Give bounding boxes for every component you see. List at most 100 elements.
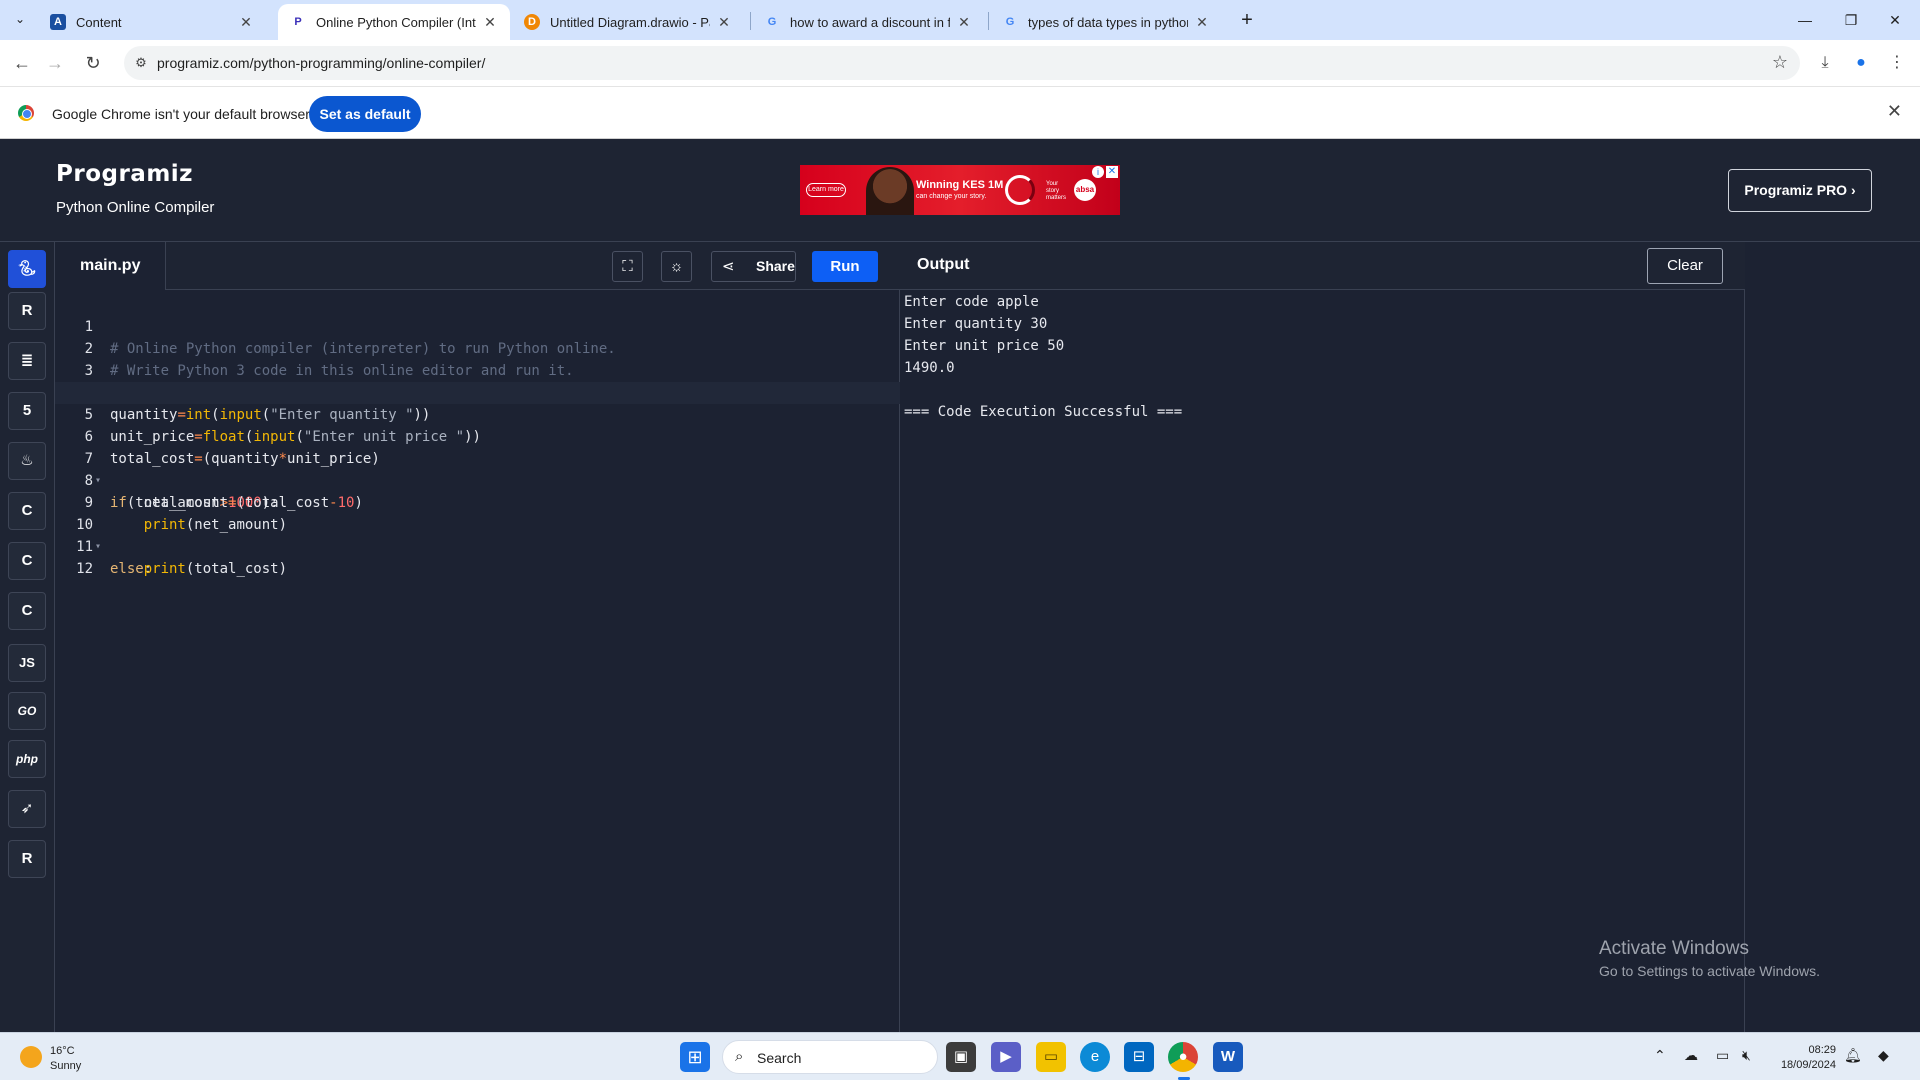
google-favicon-icon: G	[1005, 16, 1015, 28]
output-line: Enter unit price 50	[904, 338, 1065, 354]
profile-icon[interactable]: ●	[1846, 48, 1876, 78]
chrome-taskbar-icon[interactable]: ●	[1168, 1042, 1198, 1072]
drawio-favicon-icon: D	[524, 14, 540, 30]
code-line[interactable]: 12	[55, 536, 900, 577]
ad-ring-graphic	[1005, 175, 1035, 205]
weather-condition: Sunny	[50, 1060, 82, 1072]
ad-close-icon[interactable]: ✕	[1106, 166, 1118, 178]
code-line[interactable]: 11 print(total_cost)	[55, 514, 900, 577]
advertisement-banner[interactable]: Learn more Winning KES 1M can change you…	[800, 165, 1120, 215]
right-gutter	[1745, 242, 1920, 1032]
infobar-message: Google Chrome isn't your default browser	[52, 106, 310, 122]
r-lang-icon[interactable]: R	[8, 292, 46, 330]
code-area[interactable]: 1 # Online Python compiler (interpreter)…	[55, 290, 900, 1032]
forward-icon[interactable]: →	[40, 48, 70, 78]
share-button[interactable]: ⋖ Share	[711, 251, 796, 282]
windows-start-icon[interactable]: ⊞	[680, 1042, 710, 1072]
taskbar-search-box[interactable]: ⌕ Search	[722, 1040, 938, 1074]
programiz-pro-button[interactable]: Programiz PRO ›	[1728, 169, 1872, 212]
code-line[interactable]: 7 ▾ if(total_cost>1000):	[55, 426, 900, 511]
windows-taskbar: 16°C Sunny ⊞ ⌕ Search ▣ ▶ ▭ e ⊟ ● W ⌃ ☁ …	[0, 1032, 1920, 1080]
php-lang-icon[interactable]: php	[8, 740, 46, 778]
notification-bell-icon[interactable]: 🔔︎	[1844, 1047, 1862, 1064]
close-tab-icon[interactable]: ✕	[238, 14, 254, 31]
url-text: programiz.com/python-programming/online-…	[157, 55, 486, 71]
close-tab-icon[interactable]: ✕	[716, 14, 732, 31]
programiz-logo[interactable]: Programiz	[56, 161, 193, 187]
ad-brand-logo: absa	[1074, 179, 1096, 201]
minimize-icon[interactable]: —	[1782, 0, 1828, 40]
clear-button[interactable]: Clear	[1647, 248, 1723, 284]
close-window-icon[interactable]: ✕	[1872, 0, 1918, 40]
code-line-current[interactable]: 5 unit_price=float(input("Enter unit pri…	[55, 382, 900, 445]
edge-icon[interactable]: e	[1080, 1042, 1110, 1072]
tab-title: types of data types in python -	[1028, 14, 1188, 30]
teams-icon[interactable]: ▶	[991, 1042, 1021, 1072]
code-line[interactable]: 10 ▾ else:	[55, 492, 900, 577]
sun-icon[interactable]	[20, 1046, 42, 1068]
go-lang-icon[interactable]: GO	[8, 692, 46, 730]
rust-lang-icon[interactable]: R	[8, 840, 46, 878]
back-icon[interactable]: ←	[7, 48, 37, 78]
html-lang-icon[interactable]: 5	[8, 392, 46, 430]
ad-person-image	[866, 167, 914, 215]
language-sidebar: 🐍︎ R ≣ 5 ♨ C C C JS GO php ➶ R	[0, 242, 55, 1032]
code-line[interactable]: 1 # Online Python compiler (interpreter)…	[55, 294, 900, 357]
set-as-default-button[interactable]: Set as default	[309, 96, 421, 132]
clock-time: 08:29	[1808, 1044, 1836, 1056]
site-info-icon[interactable]: ⚙	[132, 54, 150, 72]
file-explorer-icon[interactable]: ▭	[1036, 1042, 1066, 1072]
network-icon[interactable]: ▭	[1716, 1047, 1729, 1064]
weather-widget[interactable]: 16°C Sunny	[50, 1044, 81, 1074]
tab-content[interactable]: A Content ✕	[38, 4, 266, 40]
code-line[interactable]: 2 # Write Python 3 code in this online e…	[55, 316, 900, 379]
close-tab-icon[interactable]: ✕	[956, 14, 972, 31]
tab-strip: ⌄ A Content ✕ P Online Python Compiler (…	[0, 0, 1920, 40]
output-line: Enter quantity 30	[904, 316, 1048, 332]
code-line[interactable]: 8 net_amount=(total_cost-10)	[55, 448, 900, 511]
tab-data-types-search[interactable]: G types of data types in python - ✕	[990, 4, 1222, 40]
tab-discount-search[interactable]: G how to award a discount in flow ✕	[752, 4, 984, 40]
code-line[interactable]: 6 total_cost=(quantity*unit_price)	[55, 404, 900, 467]
reload-icon[interactable]: ↻	[78, 48, 108, 78]
fullscreen-icon[interactable]: ⛶	[612, 251, 643, 282]
address-bar[interactable]: ⚙ programiz.com/python-programming/onlin…	[124, 46, 1800, 80]
show-hidden-icons-icon[interactable]: ⌃	[1654, 1047, 1666, 1064]
task-view-icon[interactable]: ▣	[946, 1042, 976, 1072]
word-icon[interactable]: W	[1213, 1042, 1243, 1072]
csharp-lang-icon[interactable]: C	[8, 592, 46, 630]
c-lang-icon[interactable]: C	[8, 492, 46, 530]
tab-online-python-compiler[interactable]: P Online Python Compiler (Interp ✕	[278, 4, 510, 40]
download-icon[interactable]: ⤓	[1810, 48, 1840, 78]
java-lang-icon[interactable]: ♨	[8, 442, 46, 480]
copilot-icon[interactable]: ◆	[1878, 1047, 1889, 1064]
store-icon[interactable]: ⊟	[1124, 1042, 1154, 1072]
javascript-lang-icon[interactable]: JS	[8, 644, 46, 682]
swift-lang-icon[interactable]: ➶	[8, 790, 46, 828]
ad-learn-more[interactable]: Learn more	[806, 183, 846, 197]
python-lang-icon[interactable]: 🐍︎	[8, 250, 46, 288]
tab-untitled-diagram[interactable]: D Untitled Diagram.drawio - Page ✕	[512, 4, 744, 40]
close-infobar-icon[interactable]: ✕	[1887, 101, 1902, 122]
code-line[interactable]: 9 print(net_amount)	[55, 470, 900, 533]
activate-windows-watermark: Activate Windows Go to Settings to activ…	[1599, 938, 1820, 979]
tab-search-icon[interactable]: ⌄	[8, 7, 32, 31]
code-line[interactable]: 3 item_code=str(input("Enter code "))	[55, 338, 900, 401]
run-button[interactable]: Run	[812, 251, 878, 282]
output-success-message: === Code Execution Successful ===	[904, 404, 1183, 420]
close-tab-icon[interactable]: ✕	[482, 14, 498, 31]
new-tab-button[interactable]: +	[1234, 7, 1260, 33]
menu-icon[interactable]: ⋮	[1882, 48, 1912, 78]
code-line[interactable]: 4 quantity=int(input("Enter quantity "))	[55, 360, 900, 423]
file-tab-main-py[interactable]: main.py	[55, 242, 166, 290]
system-clock[interactable]: 08:29 18/09/2024	[1772, 1043, 1836, 1073]
sql-lang-icon[interactable]: ≣	[8, 342, 46, 380]
ad-info-icon[interactable]: i	[1092, 166, 1104, 178]
restore-icon[interactable]: ❐	[1828, 0, 1874, 40]
close-tab-icon[interactable]: ✕	[1194, 14, 1210, 31]
bookmark-star-icon[interactable]: ☆	[1772, 52, 1788, 73]
cpp-lang-icon[interactable]: C	[8, 542, 46, 580]
volume-muted-icon[interactable]: 🔇︎	[1742, 1047, 1751, 1064]
theme-toggle-icon[interactable]: ☼	[661, 251, 692, 282]
onedrive-icon[interactable]: ☁	[1684, 1047, 1698, 1064]
